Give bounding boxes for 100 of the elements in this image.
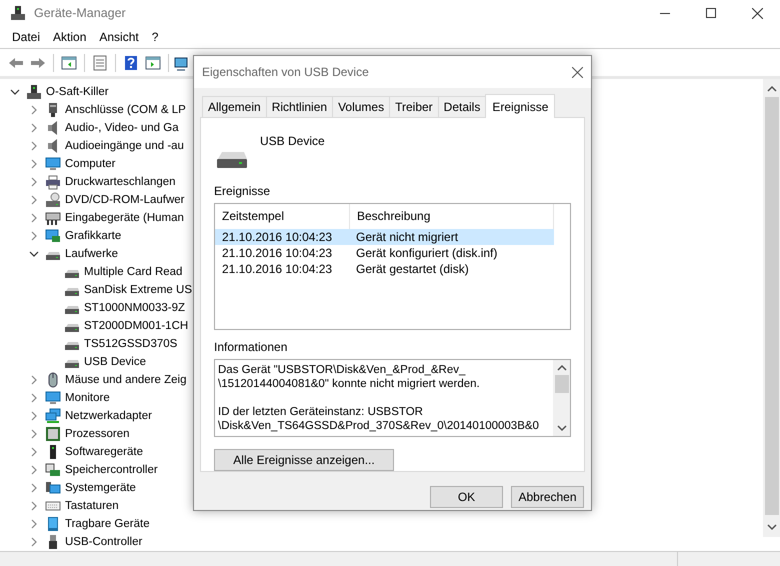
tree-item[interactable]: Audioeingänge und -au bbox=[65, 140, 184, 152]
scrollbar[interactable] bbox=[763, 79, 780, 537]
monitor-icon[interactable] bbox=[174, 54, 188, 70]
controller-icon bbox=[45, 462, 61, 478]
expand-caret-icon[interactable] bbox=[29, 123, 39, 133]
tablet-icon bbox=[45, 516, 61, 532]
table-cell: Gerät gestartet (disk) bbox=[356, 262, 469, 276]
tree-item[interactable]: Grafikkarte bbox=[65, 230, 122, 242]
expand-caret-icon[interactable] bbox=[29, 159, 39, 169]
tree-item[interactable]: USB-Controller bbox=[65, 536, 142, 548]
maximize-icon[interactable] bbox=[706, 8, 716, 18]
event-row[interactable]: 21.10.2016 10:04:23 Gerät konfiguriert (disk.inf) bbox=[215, 244, 554, 261]
tree-item[interactable]: Systemgeräte bbox=[65, 482, 136, 494]
monitor-icon bbox=[45, 390, 61, 406]
document-icon[interactable] bbox=[92, 54, 108, 70]
show-all-events-button[interactable]: Alle Ereignisse anzeigen... bbox=[214, 449, 394, 471]
tree-item[interactable]: Softwaregeräte bbox=[65, 446, 143, 458]
expand-caret-icon[interactable] bbox=[29, 429, 39, 439]
expand-caret-icon[interactable] bbox=[29, 519, 39, 529]
menu-item[interactable]: Datei bbox=[6, 30, 46, 44]
network-icon bbox=[45, 408, 61, 424]
app-icon bbox=[10, 5, 26, 21]
tree-item[interactable]: Multiple Card Read bbox=[84, 266, 182, 278]
menu-item[interactable]: Ansicht bbox=[93, 30, 145, 44]
tree-item[interactable]: DVD/CD-ROM-Laufwer bbox=[65, 194, 184, 206]
tree-item[interactable]: Tastaturen bbox=[65, 500, 119, 512]
collapse-caret-icon[interactable] bbox=[29, 249, 39, 259]
expand-caret-icon[interactable] bbox=[29, 393, 39, 403]
table-cell: Gerät konfiguriert (disk.inf) bbox=[356, 246, 498, 260]
tree-item[interactable]: Audio-, Video- und Ga bbox=[65, 122, 179, 134]
section-label: Informationen bbox=[214, 340, 288, 354]
scroll-up-icon[interactable] bbox=[556, 364, 566, 371]
table-cell: 21.10.2016 10:04:23 bbox=[222, 230, 332, 244]
tree-item[interactable]: ST1000NM0033-9Z bbox=[84, 302, 185, 314]
help-icon[interactable] bbox=[123, 54, 139, 70]
window-pane-icon[interactable] bbox=[61, 54, 77, 70]
device-name: USB Device bbox=[260, 134, 325, 150]
tree-item[interactable]: Prozessoren bbox=[65, 428, 130, 440]
tree-item[interactable]: O-Saft-Killer bbox=[46, 86, 109, 98]
table-cell: 21.10.2016 10:04:23 bbox=[222, 246, 332, 260]
expand-caret-icon[interactable] bbox=[29, 231, 39, 241]
section-label: Ereignisse bbox=[214, 184, 272, 198]
scroll-thumb[interactable] bbox=[764, 97, 778, 515]
tree-item[interactable]: ST2000DM001-1CH bbox=[84, 320, 188, 332]
tree-item[interactable]: TS512GSSD370S bbox=[84, 338, 178, 350]
scroll-up-icon[interactable] bbox=[766, 85, 776, 93]
display-card-icon bbox=[45, 228, 61, 244]
tab[interactable]: Allgemein bbox=[202, 96, 267, 117]
expand-caret-icon[interactable] bbox=[29, 213, 39, 223]
scroll-down-icon[interactable] bbox=[556, 425, 566, 432]
printer-icon bbox=[45, 174, 61, 190]
tree-item[interactable]: Eingabegeräte (Human bbox=[65, 212, 184, 224]
tree-item[interactable]: Laufwerke bbox=[65, 248, 118, 260]
expand-caret-icon[interactable] bbox=[29, 447, 39, 457]
menu-item[interactable]: ? bbox=[146, 30, 164, 44]
tree-item[interactable]: Tragbare Geräte bbox=[65, 518, 150, 530]
expand-caret-icon[interactable] bbox=[29, 177, 39, 187]
dialog-title: Eigenschaften von USB Device bbox=[202, 65, 369, 79]
tree-item[interactable]: Computer bbox=[65, 158, 116, 170]
close-button[interactable] bbox=[572, 66, 583, 78]
window-title: Geräte-Manager bbox=[34, 6, 126, 20]
menu-item[interactable]: Aktion bbox=[47, 30, 92, 44]
expand-caret-icon[interactable] bbox=[29, 465, 39, 475]
tree-item[interactable]: Druckwarteschlangen bbox=[65, 176, 176, 188]
scroll-thumb[interactable] bbox=[554, 375, 568, 393]
expand-caret-icon[interactable] bbox=[29, 537, 39, 547]
tab[interactable]: Ereignisse bbox=[485, 94, 556, 118]
expand-caret-icon[interactable] bbox=[29, 141, 39, 151]
expand-caret-icon[interactable] bbox=[29, 501, 39, 511]
chip-icon bbox=[45, 426, 61, 442]
tree-item[interactable]: Speichercontroller bbox=[65, 464, 158, 476]
table-cell: 21.10.2016 10:04:23 bbox=[222, 262, 332, 276]
dialog-button[interactable]: OK bbox=[430, 486, 503, 508]
input-device-icon bbox=[45, 210, 61, 226]
expand-caret-icon[interactable] bbox=[29, 375, 39, 385]
table-cell: Gerät nicht migriert bbox=[356, 230, 458, 244]
expand-caret-icon[interactable] bbox=[29, 195, 39, 205]
event-row[interactable]: 21.10.2016 10:04:23 Gerät gestartet (disk) bbox=[215, 260, 554, 277]
close-icon[interactable] bbox=[752, 8, 762, 18]
expand-caret-icon[interactable] bbox=[29, 483, 39, 493]
tree-item[interactable]: Monitore bbox=[65, 392, 110, 404]
tree-item[interactable]: Mäuse und andere Zeig bbox=[65, 374, 186, 386]
scrollbar[interactable] bbox=[553, 360, 570, 436]
disc-drive-icon bbox=[45, 192, 61, 208]
monitor-icon bbox=[45, 156, 61, 172]
info-paragraph: ID der letzten Geräteinstanz: USBSTOR \Disk&Ven_TS64GSSD&Prod_370S&Rev_0\20140100003B&0 bbox=[218, 405, 540, 433]
tree-item[interactable]: Netzwerkadapter bbox=[65, 410, 152, 422]
collapse-caret-icon[interactable] bbox=[10, 87, 20, 97]
computer-icon bbox=[26, 84, 42, 100]
window-pane-icon[interactable] bbox=[145, 54, 161, 70]
info-paragraph: Das Gerät "USBSTOR\Disk&Ven_&Prod_&Rev_ \15120144004081&0" konnte nicht migriert werden. bbox=[218, 363, 481, 391]
event-row[interactable]: 21.10.2016 10:04:23 Gerät nicht migriert bbox=[215, 228, 554, 245]
tree-item[interactable]: SanDisk Extreme US bbox=[84, 284, 192, 296]
tree-item[interactable]: Anschlüsse (COM & LP bbox=[65, 104, 186, 116]
scroll-down-icon[interactable] bbox=[766, 523, 776, 531]
expand-caret-icon[interactable] bbox=[29, 411, 39, 421]
dialog-button[interactable]: Abbrechen bbox=[511, 486, 584, 508]
system-icon bbox=[45, 480, 61, 496]
expand-caret-icon[interactable] bbox=[29, 105, 39, 115]
tree-item[interactable]: USB Device bbox=[84, 356, 146, 368]
